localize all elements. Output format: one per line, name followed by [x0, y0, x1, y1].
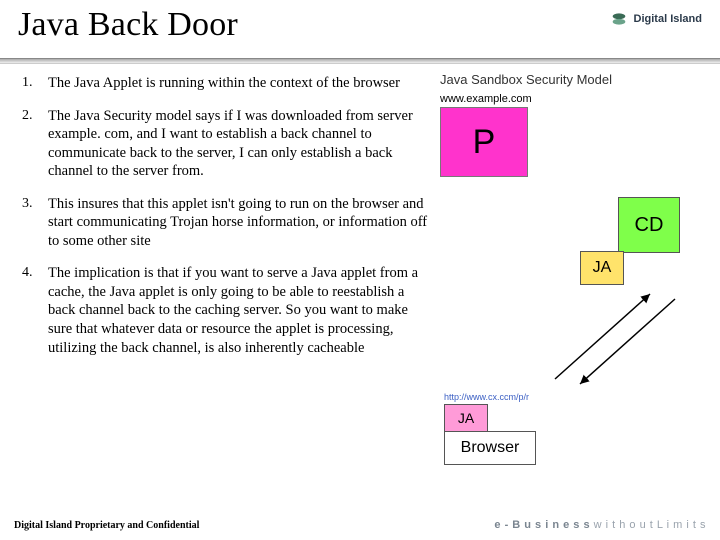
diagram-column: Java Sandbox Security Model www.example.…	[440, 64, 720, 504]
item-number: 1.	[22, 74, 48, 93]
cache-server-group: CD JA	[580, 197, 680, 285]
footer-confidential: Digital Island Proprietary and Confident…	[14, 520, 199, 531]
ja-server-box: JA	[580, 251, 624, 285]
origin-url-label: www.example.com	[440, 93, 706, 105]
item-text: The Java Security model says if I was do…	[48, 107, 430, 181]
brand-name: Digital Island	[634, 13, 702, 25]
p-box: P	[440, 107, 528, 177]
item-text: The Java Applet is running within the co…	[48, 74, 430, 93]
list-item: 1. The Java Applet is running within the…	[22, 74, 430, 93]
slide: Java Back Door Digital Island 1. The Jav…	[0, 0, 720, 540]
back-channel-arrows	[540, 284, 700, 394]
cd-box: CD	[618, 197, 680, 253]
brand: Digital Island	[610, 10, 702, 28]
footer-tagline-rest: w i t h o u t L i m i t s	[590, 519, 706, 531]
item-number: 4.	[22, 264, 48, 357]
slide-title: Java Back Door	[18, 6, 238, 44]
footer-tagline-bold: e - B u s i n e s s	[494, 519, 590, 531]
list-item: 2. The Java Security model says if I was…	[22, 107, 430, 181]
brand-logo-icon	[610, 10, 628, 28]
item-number: 3.	[22, 195, 48, 251]
slide-body: 1. The Java Applet is running within the…	[0, 64, 720, 504]
slide-footer: Digital Island Proprietary and Confident…	[0, 510, 720, 540]
footer-tagline: e - B u s i n e s s w i t h o u t L i m …	[494, 519, 706, 531]
text-column: 1. The Java Applet is running within the…	[0, 64, 440, 504]
item-text: The implication is that if you want to s…	[48, 264, 430, 357]
ja-browser-box: JA	[444, 404, 488, 432]
diagram-title: Java Sandbox Security Model	[440, 72, 706, 87]
slide-header: Java Back Door Digital Island	[0, 0, 720, 58]
browser-box: Browser	[444, 431, 536, 465]
list-item: 4. The implication is that if you want t…	[22, 264, 430, 357]
item-text: This insures that this applet isn't goin…	[48, 195, 430, 251]
browser-group: JA Browser	[444, 404, 564, 465]
numbered-list: 1. The Java Applet is running within the…	[22, 74, 430, 357]
cache-url-label: http://www.cx.ccm/p/r	[444, 392, 529, 402]
item-number: 2.	[22, 107, 48, 181]
list-item: 3. This insures that this applet isn't g…	[22, 195, 430, 251]
